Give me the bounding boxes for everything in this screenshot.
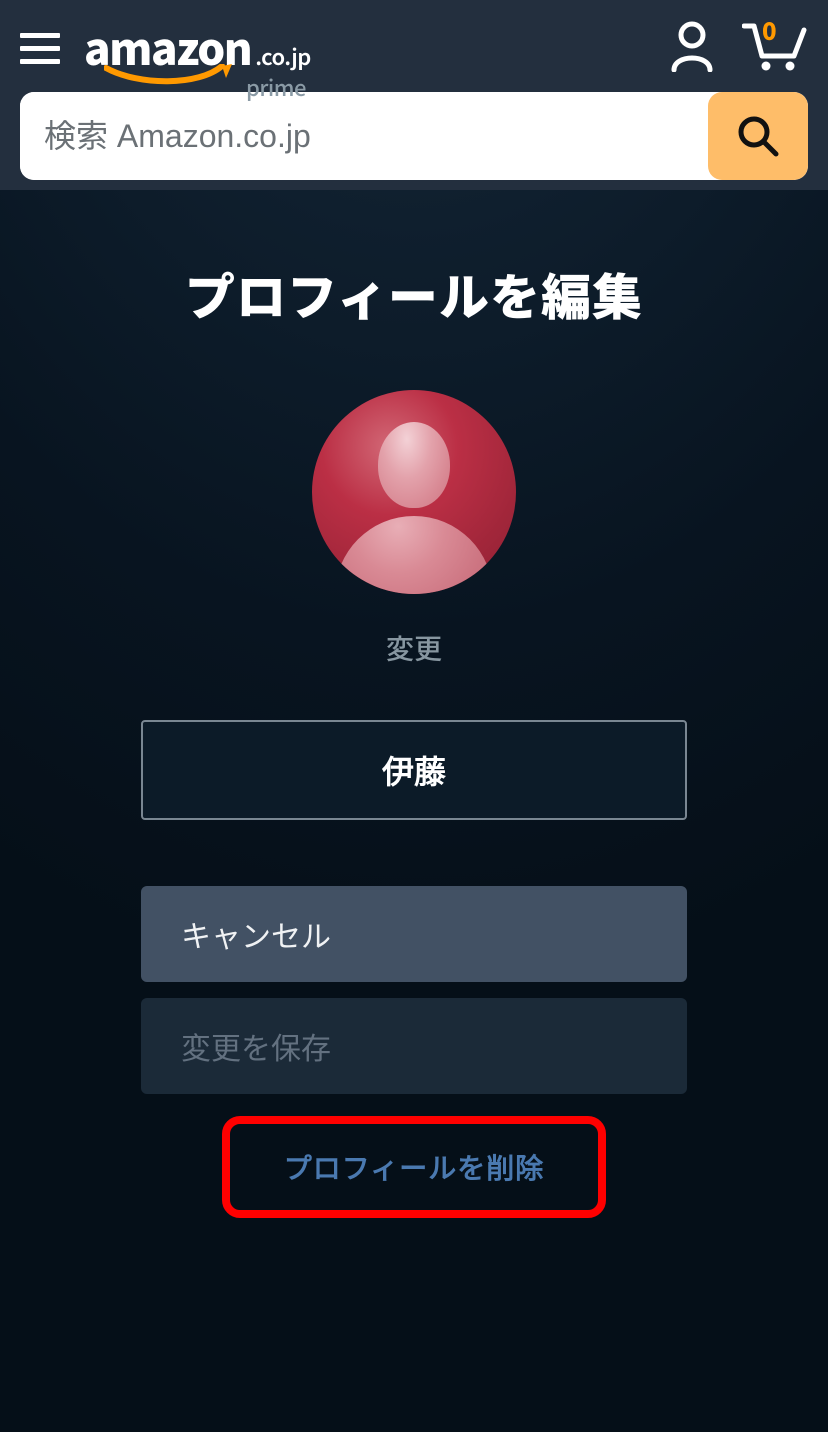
header-row: amazon .co.jp prime 0 bbox=[20, 18, 808, 78]
header-left: amazon .co.jp prime bbox=[20, 24, 311, 72]
hamburger-bar-icon bbox=[20, 59, 60, 64]
content: プロフィールを編集 変更 キャンセル 変更を保存 プロフィールを削除 bbox=[0, 190, 828, 1218]
search-button[interactable] bbox=[708, 92, 808, 180]
logo-tld: .co.jp bbox=[255, 40, 311, 72]
delete-section: プロフィールを削除 bbox=[222, 1116, 606, 1218]
logo-prime: prime bbox=[246, 71, 306, 103]
avatar-section: 変更 bbox=[0, 390, 828, 668]
logo-text: amazon bbox=[84, 24, 251, 68]
amazon-logo[interactable]: amazon .co.jp prime bbox=[84, 24, 311, 72]
change-avatar-link[interactable]: 変更 bbox=[386, 628, 442, 668]
page-title: プロフィールを編集 bbox=[0, 258, 828, 330]
search-icon bbox=[736, 114, 780, 158]
cart-count-badge: 0 bbox=[762, 12, 777, 47]
user-icon bbox=[668, 20, 716, 72]
save-button[interactable]: 変更を保存 bbox=[141, 998, 687, 1094]
button-stack: キャンセル 変更を保存 bbox=[141, 886, 687, 1094]
hamburger-bar-icon bbox=[20, 46, 60, 51]
profile-avatar[interactable] bbox=[312, 390, 516, 594]
avatar-silhouette-icon bbox=[335, 516, 493, 594]
header-right: 0 bbox=[668, 20, 808, 77]
avatar-silhouette-icon bbox=[378, 422, 450, 508]
form-fields: キャンセル 変更を保存 bbox=[141, 720, 687, 1094]
cancel-button[interactable]: キャンセル bbox=[141, 886, 687, 982]
menu-button[interactable] bbox=[20, 33, 60, 64]
search-input[interactable] bbox=[20, 92, 708, 180]
app-header: amazon .co.jp prime 0 bbox=[0, 0, 828, 190]
cart-button[interactable]: 0 bbox=[742, 20, 808, 77]
search-bar bbox=[20, 92, 808, 180]
hamburger-bar-icon bbox=[20, 33, 60, 38]
amazon-smile-icon bbox=[104, 64, 234, 88]
account-button[interactable] bbox=[668, 20, 716, 77]
profile-name-input[interactable] bbox=[141, 720, 687, 820]
delete-profile-button[interactable]: プロフィールを削除 bbox=[222, 1116, 606, 1218]
